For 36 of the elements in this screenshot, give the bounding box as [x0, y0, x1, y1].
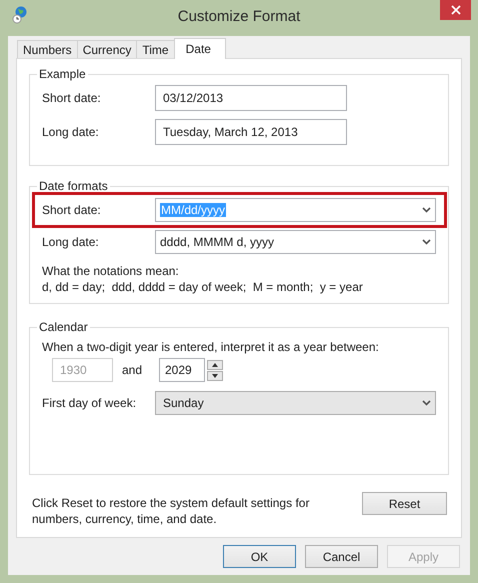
tab[interactable]: Date — [174, 38, 226, 59]
spin-up-button[interactable] — [207, 360, 223, 370]
window-title: Customize Format — [178, 7, 300, 25]
spin-down-button[interactable] — [207, 370, 223, 380]
text-field[interactable]: 03/12/2013 — [155, 85, 347, 111]
year-field[interactable]: 2029 — [159, 358, 205, 382]
tab[interactable]: Time — [136, 40, 175, 58]
globe-clock-icon — [12, 6, 28, 24]
tab[interactable]: Currency — [76, 40, 138, 58]
reset-hint: Click Reset to restore the system default settings for numbers, currency, time, and date. — [32, 495, 310, 527]
close-button[interactable] — [440, 0, 471, 20]
text-field[interactable]: Tuesday, March 12, 2013 — [155, 119, 347, 145]
down-icon — [212, 374, 218, 378]
chevron-down-icon — [422, 239, 431, 245]
field-label: First day of week: — [42, 396, 138, 410]
close-icon — [450, 5, 460, 15]
note-text: d, dd = day; ddd, dddd = day of week; M = month; y = year — [42, 279, 364, 295]
chevron-down-icon — [422, 207, 431, 213]
group-title: Example — [38, 67, 87, 81]
reset-button[interactable]: Reset — [362, 492, 447, 515]
and-label: and — [121, 363, 144, 377]
note-text: What the notations mean: — [42, 263, 180, 279]
tab[interactable]: Numbers — [17, 40, 78, 58]
dialog-button[interactable]: Cancel — [305, 545, 378, 568]
dropdown[interactable]: Sunday — [155, 391, 436, 415]
prompt-text: When a two-digit year is entered, interpret it as a year between: — [42, 340, 380, 354]
field-label: Long date: — [42, 235, 100, 249]
field-label: Short date: — [42, 203, 102, 217]
group-title: Date formats — [38, 179, 109, 193]
field-label: Long date: — [42, 125, 100, 139]
field-label: Short date: — [42, 91, 102, 105]
dialog-button[interactable]: OK — [223, 545, 296, 568]
chevron-down-icon — [422, 400, 431, 406]
up-icon — [212, 362, 218, 366]
group-title: Calendar — [38, 320, 89, 334]
dropdown[interactable]: dddd, MMMM d, yyyy — [155, 230, 436, 254]
